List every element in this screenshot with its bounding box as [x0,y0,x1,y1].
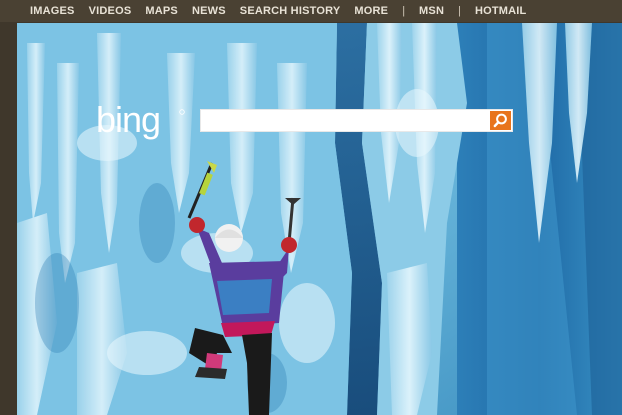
nav-link-maps[interactable]: MAPS [145,5,178,17]
nav-link-more[interactable]: MORE [354,5,388,17]
search-button[interactable] [490,111,511,130]
search-input[interactable] [204,112,484,129]
bing-homepage: IMAGES VIDEOS MAPS NEWS SEARCH HISTORY M… [0,0,622,415]
bing-logo: bing [96,99,188,142]
nav-link-images[interactable]: IMAGES [30,5,75,17]
search-box [200,109,513,132]
nav-link-msn[interactable]: MSN [419,5,444,17]
logo-text: bing [96,100,160,140]
nav-link-news[interactable]: NEWS [192,5,226,17]
nav-separator: | [402,5,406,17]
nav-links: IMAGES VIDEOS MAPS NEWS SEARCH HISTORY M… [0,5,540,17]
top-navigation-bar: IMAGES VIDEOS MAPS NEWS SEARCH HISTORY M… [0,0,622,22]
nav-link-videos[interactable]: VIDEOS [89,5,132,17]
search-icon [493,113,507,128]
background-photo-ice-climber [17,23,622,415]
nav-link-hotmail[interactable]: HOTMAIL [475,5,527,17]
nav-link-search-history[interactable]: SEARCH HISTORY [240,5,341,17]
nav-separator: | [458,5,461,17]
